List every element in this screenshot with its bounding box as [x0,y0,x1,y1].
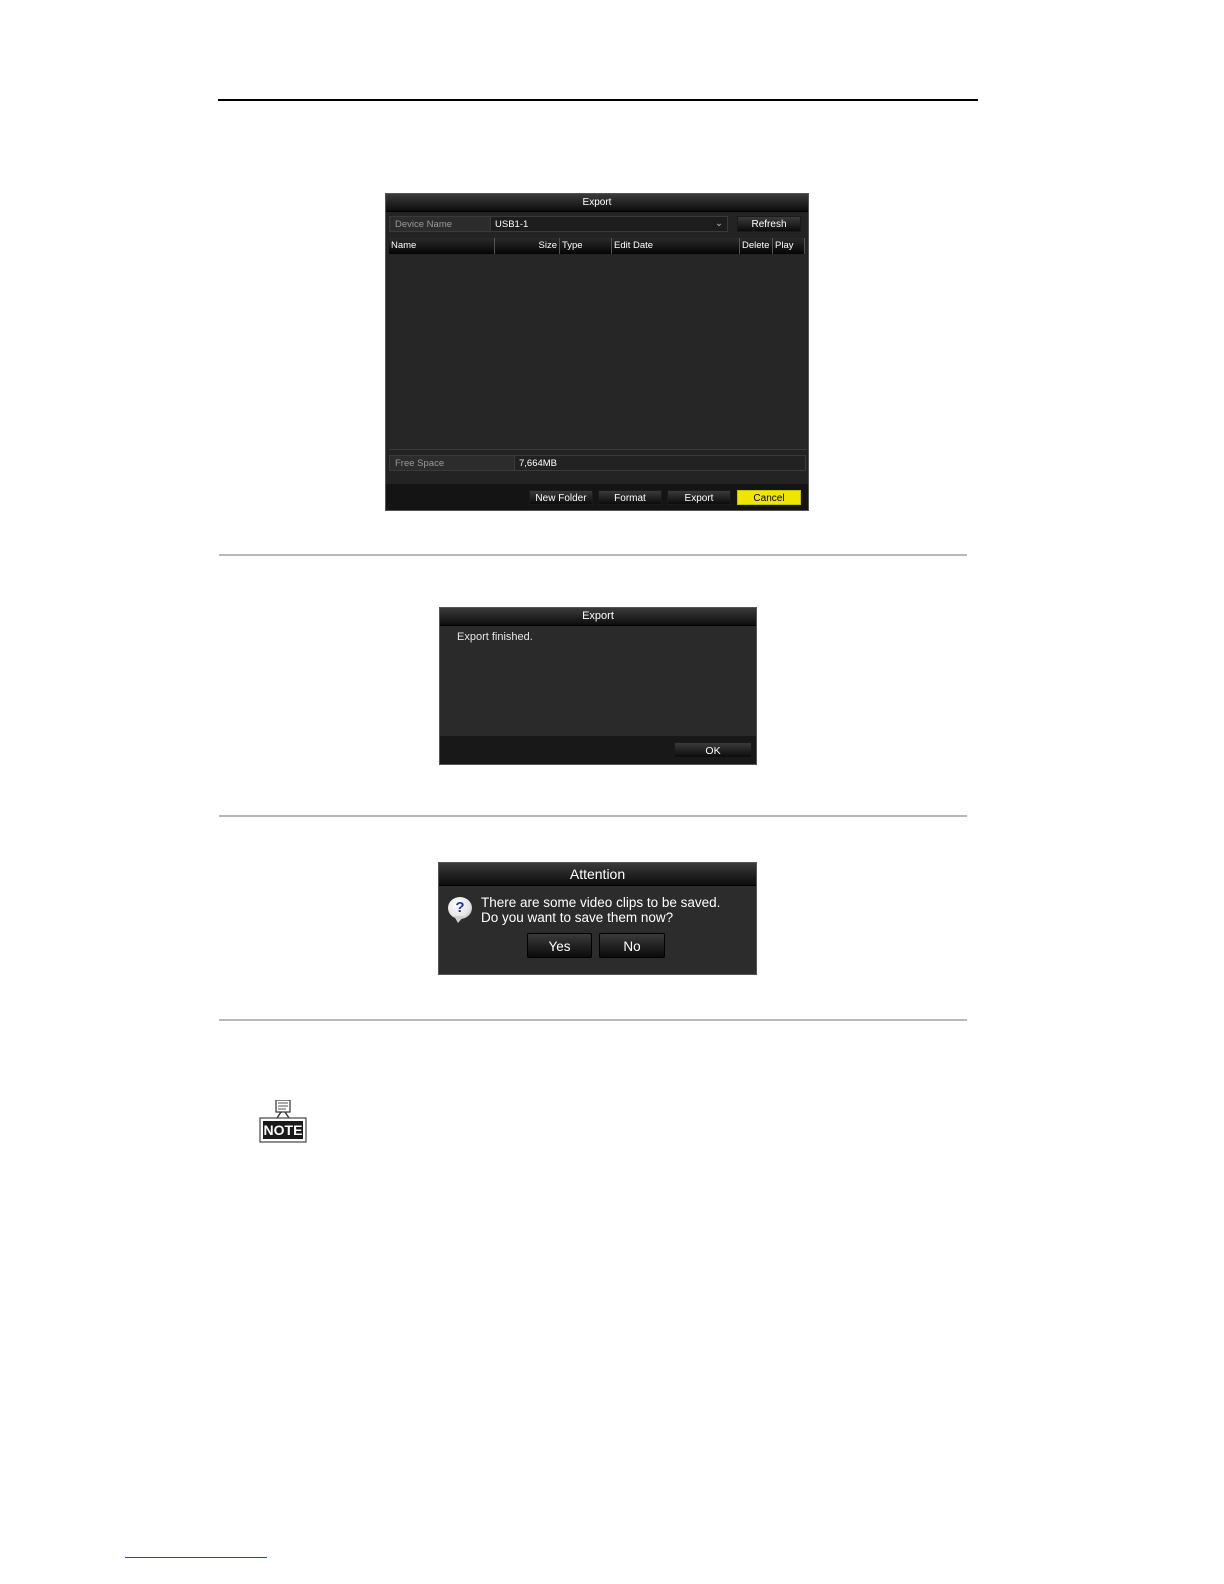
file-list[interactable] [389,255,807,450]
export-dialog-title: Export [386,194,808,212]
header-rule [218,99,978,101]
separator-rule [219,554,967,556]
chevron-down-icon: ⌄ [715,218,723,229]
export-dialog: Export Device Name USB1-1 ⌄ Refresh Name… [385,193,809,511]
no-button[interactable]: No [599,933,665,958]
ok-button[interactable]: OK [674,742,752,758]
column-size[interactable]: Size [495,238,560,254]
column-play[interactable]: Play [773,238,805,254]
column-delete[interactable]: Delete [740,238,773,254]
separator-rule [219,1019,967,1021]
free-space-value: 7,664MB [514,455,806,471]
column-edit-date[interactable]: Edit Date [612,238,740,254]
separator-rule [219,815,967,817]
attention-message-line2: Do you want to save them now? [481,910,674,925]
attention-title: Attention [439,863,756,886]
note-icon: NOTE [258,1099,310,1144]
export-finished-message: Export finished. [457,631,533,643]
column-name[interactable]: Name [389,238,495,254]
free-space-label: Free Space [389,455,515,471]
cancel-button[interactable]: Cancel [737,490,801,505]
attention-message-line1: There are some video clips to be saved. [481,895,721,910]
refresh-button[interactable]: Refresh [737,216,801,232]
export-finished-dialog: Export Export finished. OK [439,607,757,765]
device-name-value: USB1-1 [495,219,529,230]
question-icon-tail [454,916,464,923]
footer-link-underline [125,1557,267,1558]
export-button[interactable]: Export [667,490,731,505]
column-type[interactable]: Type [560,238,612,254]
export-finished-title: Export [440,608,756,626]
attention-dialog: Attention ? There are some video clips t… [438,862,757,975]
device-name-select[interactable]: USB1-1 ⌄ [490,216,728,232]
device-name-label: Device Name [389,216,491,232]
yes-button[interactable]: Yes [527,933,592,958]
svg-text:NOTE: NOTE [264,1122,303,1138]
format-button[interactable]: Format [598,490,662,505]
new-folder-button[interactable]: New Folder [529,490,593,505]
